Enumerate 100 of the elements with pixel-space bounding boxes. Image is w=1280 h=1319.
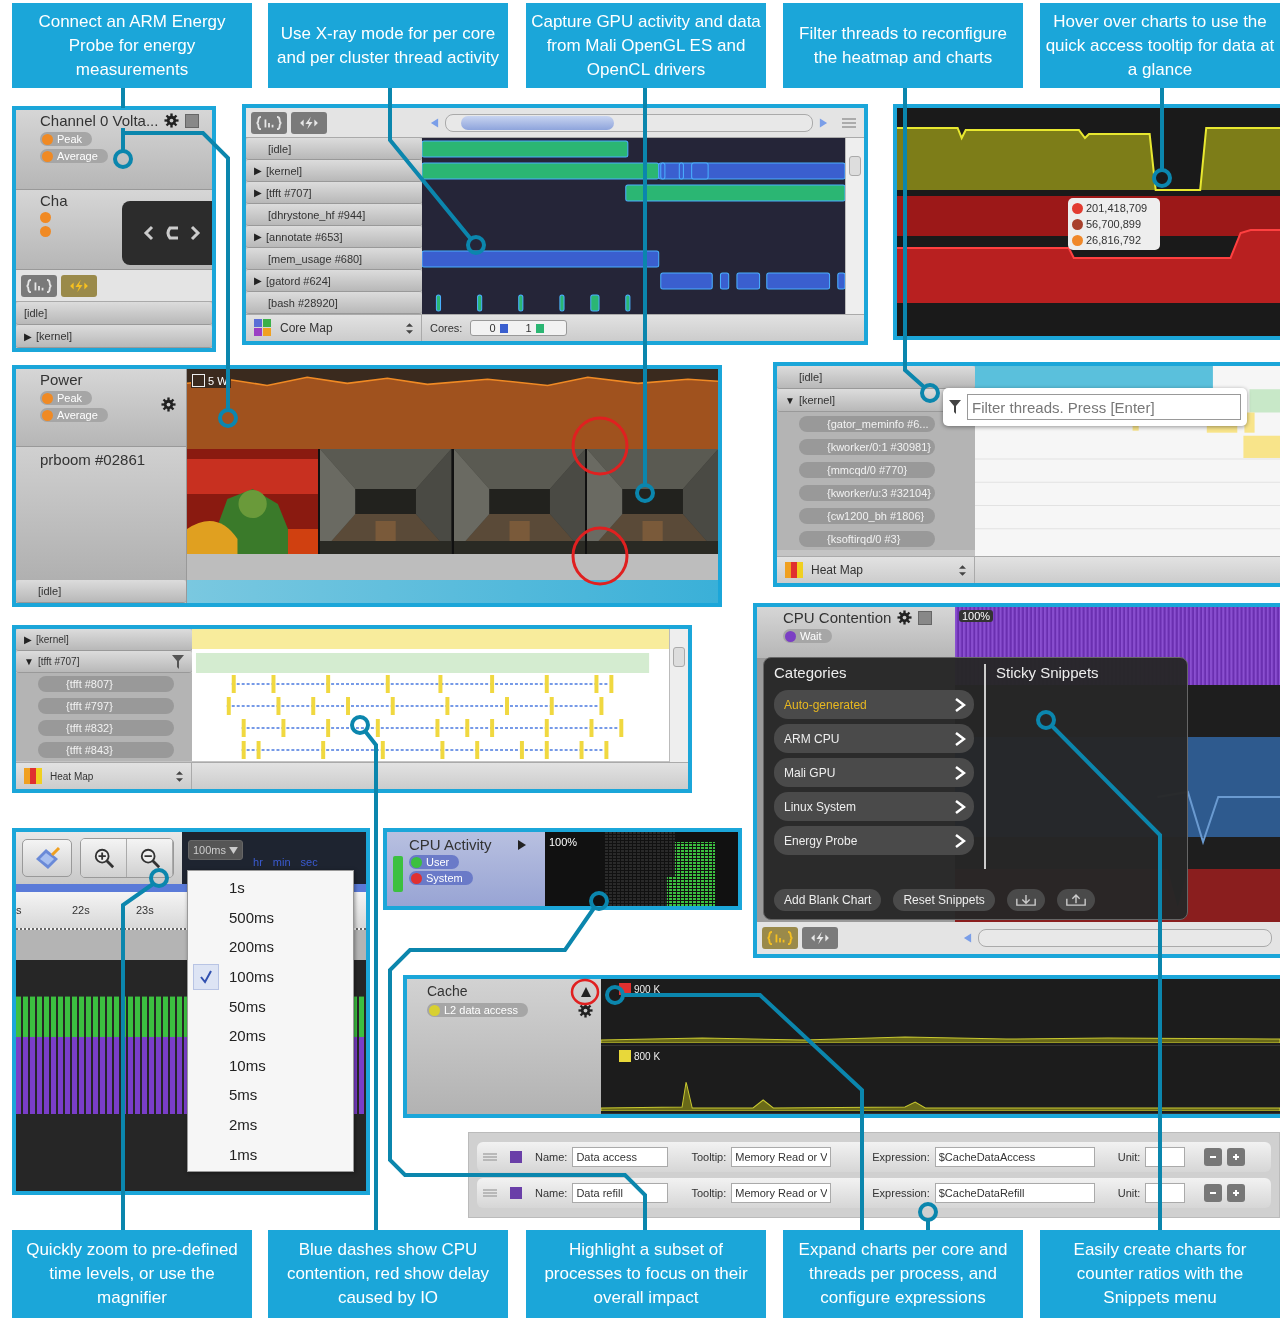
field-label: Tooltip:	[691, 1151, 727, 1163]
chart-title: CPU Contention	[783, 609, 892, 626]
interval-item[interactable]: 20ms	[188, 1020, 353, 1051]
expand-toggle[interactable]: ▼	[785, 394, 795, 406]
thread-row[interactable]: [idle]	[16, 580, 186, 603]
process-name: prboom #02861	[40, 451, 146, 468]
thread-row[interactable]: [mem_usage #680]	[246, 248, 422, 270]
interval-item[interactable]: 5ms	[188, 1080, 353, 1110]
thread-row[interactable]: [idle]	[777, 366, 975, 389]
thread-row[interactable]: ▶ [kernel]	[16, 325, 212, 348]
caption: Use X-ray mode for per core and per cluster thread activity	[268, 3, 508, 88]
expression-field[interactable]: $CacheDataAccess	[934, 1147, 1095, 1167]
interval-item[interactable]: 500ms	[188, 902, 353, 933]
clock-unit: sec	[300, 856, 318, 868]
thread-label: [mem_usage #680]	[267, 252, 363, 265]
field-label: Unit:	[1117, 1151, 1141, 1163]
cores-label: Cores:	[430, 322, 463, 334]
thread-label: [bash #28920]	[267, 296, 338, 309]
menu-button[interactable]: Reset Snippets	[893, 889, 995, 911]
thread-row[interactable]: [bash #28920]	[246, 292, 422, 314]
thread-row[interactable]: ▶ [gatord #624]	[246, 270, 422, 292]
chart-title: Cache	[427, 983, 468, 999]
thread-label: [kernel]	[798, 394, 835, 406]
interval-item[interactable]: 1ms	[188, 1139, 353, 1169]
caption: Filter threads to reconfigure the heatmap and charts	[783, 3, 1023, 88]
menu-heading: Sticky Snippets	[996, 664, 1100, 681]
thread-label: [idle]	[24, 307, 48, 319]
thread-row[interactable]: ▶ [kernel]	[16, 629, 192, 651]
field-label: Unit:	[1117, 1187, 1141, 1199]
interval-item[interactable]: 2ms	[188, 1109, 353, 1140]
menu-button[interactable]: Add Blank Chart	[774, 889, 882, 911]
map-name: Heat Map	[811, 563, 864, 577]
field-label: Name:	[535, 1151, 568, 1163]
thread-row[interactable]: ▶ [kernel]	[246, 160, 422, 182]
chart-title: Power	[40, 371, 83, 388]
expand-toggle[interactable]: ▶	[24, 330, 32, 342]
filter-field[interactable]: Filter threads. Press [Enter]	[967, 394, 1241, 420]
caption: Highlight a subset of processes to focus on their overall impact	[526, 1230, 766, 1318]
caption: Blue dashes show CPU contention, red show delay caused by IO	[268, 1230, 508, 1318]
channel-title: Cha	[40, 192, 68, 209]
clock-unit: hr	[253, 856, 263, 868]
thread-row[interactable]: [dhrystone_hf #944]	[246, 204, 422, 226]
thread-label: [gatord #624]	[266, 274, 331, 287]
map-selector[interactable]: Core Map	[246, 315, 422, 341]
clock-unit: min	[272, 856, 291, 868]
thread-row[interactable]: [idle]	[16, 302, 212, 325]
chart-title: CPU Activity	[409, 836, 492, 853]
thread-label: [tfft #707]	[37, 656, 80, 667]
scale-label: 100%	[959, 610, 994, 622]
expand-toggle[interactable]: ▶	[254, 275, 262, 286]
ruler-label: s	[16, 904, 22, 916]
tooltip-value: 201,418,709	[1086, 202, 1148, 214]
category-item[interactable]: Mali GPU	[774, 758, 974, 787]
legend-item[interactable]: User	[409, 855, 460, 869]
thread-label: [dhrystone_hf #944]	[267, 208, 366, 221]
thread-row[interactable]: [idle]	[246, 138, 422, 160]
map-name: Core Map	[280, 321, 333, 335]
field-label: Expression:	[872, 1151, 930, 1163]
thread-label: [kernel]	[266, 164, 303, 177]
expand-toggle[interactable]: ▶	[254, 231, 262, 242]
interval-item[interactable]: 1s	[188, 873, 353, 903]
caption: Easily create charts for counter ratios with the Snippets menu	[1040, 1230, 1280, 1318]
category-item[interactable]: Linux System	[774, 792, 974, 821]
field-label: Expression:	[872, 1187, 930, 1199]
caption: Hover over charts to use the quick access tooltip for data at a glance	[1040, 3, 1280, 88]
tooltip-field[interactable]: Memory Read or V	[731, 1147, 832, 1167]
expand-toggle[interactable]: ▶	[254, 187, 262, 198]
map-name: Heat Map	[50, 770, 94, 782]
name-field[interactable]: Data refill	[572, 1183, 669, 1203]
thread-row[interactable]: ▶ [annotate #653]	[246, 226, 422, 248]
expression-field[interactable]: $CacheDataRefill	[934, 1183, 1095, 1203]
tooltip-value: 56,700,899	[1086, 218, 1142, 230]
thread-label: [kernel]	[36, 330, 73, 342]
tooltip-field[interactable]: Memory Read or V	[731, 1183, 832, 1203]
thread-label: [kernel]	[36, 634, 69, 645]
thread-label: [idle]	[267, 142, 292, 155]
name-field[interactable]: Data access	[572, 1147, 669, 1167]
category-item[interactable]: ARM CPU	[774, 724, 974, 753]
thread-row[interactable]: ▼ [tfft #707]	[16, 651, 192, 673]
interval-item[interactable]: 50ms	[188, 991, 353, 1021]
category-item[interactable]: Energy Probe	[774, 826, 974, 855]
caption: Expand charts per core and threads per process, and configure expressions	[783, 1230, 1023, 1318]
core-number: 0	[489, 322, 496, 334]
interval-item[interactable]: 10ms	[188, 1050, 353, 1081]
tooltip-value: 26,816,792	[1086, 234, 1142, 246]
thread-label: [idle]	[798, 371, 823, 383]
interval-dropdown[interactable]: 100ms	[188, 840, 244, 860]
scale-label: 800 K	[619, 1050, 661, 1062]
interval-item[interactable]: 100ms	[188, 961, 353, 992]
category-item[interactable]: Auto-generated	[774, 690, 974, 719]
expand-toggle[interactable]: ▼	[24, 656, 34, 667]
expand-toggle[interactable]: ▶	[24, 634, 32, 645]
expand-toggle[interactable]: ▶	[254, 165, 262, 176]
caption: Capture GPU activity and data from Mali OpenGL ES and OpenCL drivers	[526, 3, 766, 88]
channel-title: Channel 0 Volta...	[40, 112, 159, 129]
legend-item[interactable]: System	[409, 871, 473, 885]
thread-label: [tfft #707]	[266, 186, 312, 199]
caption: Connect an ARM Energy Probe for energy measurements	[12, 3, 252, 88]
ruler-label: 22s	[72, 904, 90, 916]
thread-row[interactable]: ▶ [tfft #707]	[246, 182, 422, 204]
